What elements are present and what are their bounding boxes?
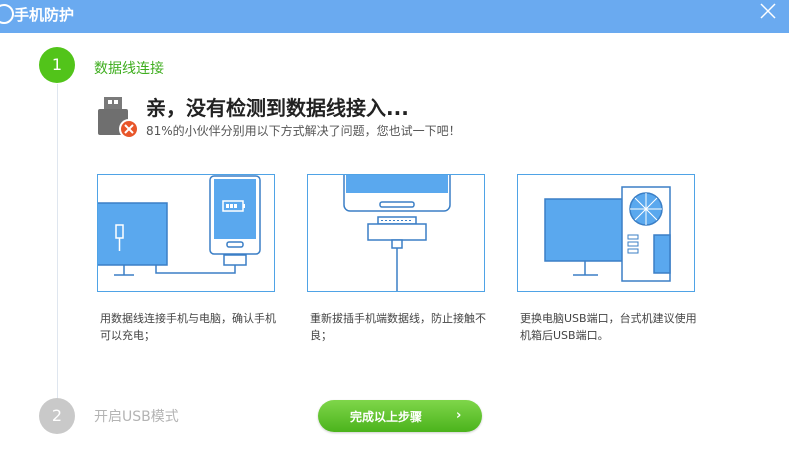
title-bar: 手机防护 (0, 0, 789, 33)
chevron-right-icon: › (456, 408, 462, 423)
tip-3-text: 更换电脑USB端口，台式机建议使用机箱后USB端口。 (520, 312, 697, 342)
tip-2-text: 重新拔插手机端数据线，防止接触不良； (310, 312, 486, 342)
desktop-usb-port-icon (544, 186, 671, 282)
complete-steps-label: 完成以上步骤 (350, 410, 423, 424)
tip-2-illustration (307, 174, 485, 292)
tip-1-text: 用数据线连接手机与电脑，确认手机可以充电； (100, 312, 276, 342)
step-1-label: 数据线连接 (94, 61, 164, 77)
headline: 亲，没有检测到数据线接入... (146, 96, 409, 120)
phone-to-computer-icon (98, 175, 261, 276)
replug-phone-icon (343, 175, 451, 291)
step-2-label: 开启USB模式 (94, 409, 179, 425)
tip-1-illustration (97, 174, 275, 292)
step-2-number: 2 (39, 398, 75, 434)
subline: 81%的小伙伴分别用以下方式解决了问题，您也试一下吧！ (146, 124, 461, 138)
step-1-number: 1 (39, 47, 75, 83)
complete-steps-button[interactable]: 完成以上步骤 › (318, 400, 482, 432)
shield-icon (0, 4, 14, 24)
usb-disconnected-icon (98, 97, 139, 139)
close-icon[interactable] (757, 0, 779, 22)
step-rail (57, 84, 58, 404)
window-title: 手机防护 (14, 6, 75, 24)
tip-3-illustration (517, 174, 695, 292)
